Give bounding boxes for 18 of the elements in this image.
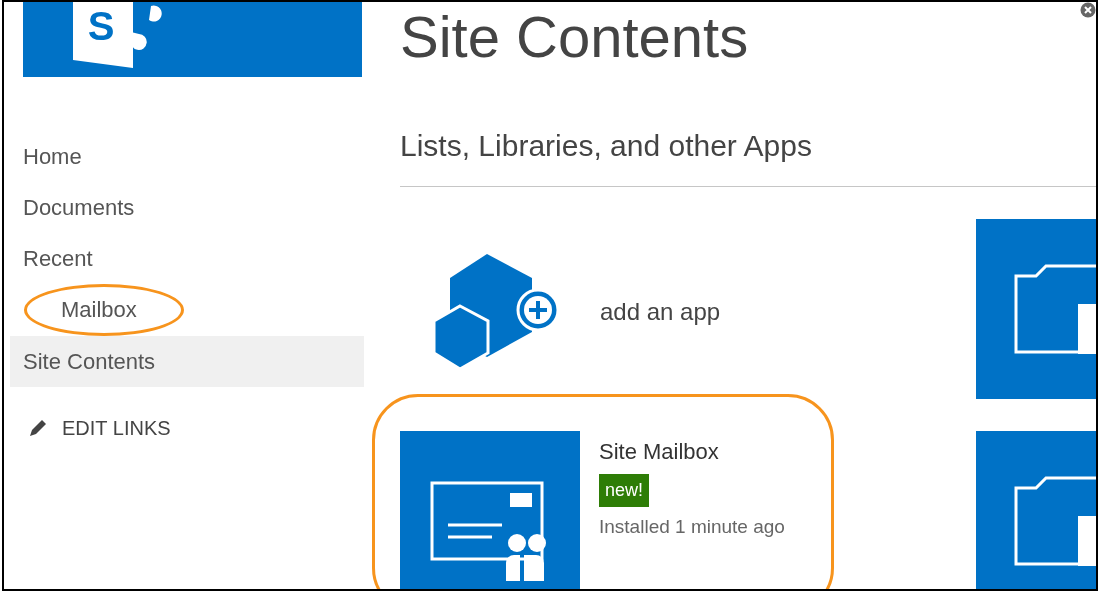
nav-link[interactable]: Documents [4,182,364,233]
app-name-link[interactable]: Site Mailbox [599,435,785,468]
install-status: Installed 1 minute ago [599,515,785,539]
edit-links-link[interactable]: EDIT LINKS [28,413,171,443]
nav-link[interactable]: Site Contents [10,336,364,387]
close-icon[interactable] [1080,2,1096,18]
section-title: Lists, Libraries, and other Apps [400,128,813,164]
app-tile[interactable] [400,431,580,589]
nav-link[interactable]: Home [4,131,364,182]
nav-link[interactable]: Recent [4,233,364,284]
add-app-link[interactable]: add an app [400,254,976,369]
folder-icon [1014,264,1096,354]
folder-icon [1014,476,1096,566]
app-tile[interactable] [976,219,1096,399]
page-title: Site Contents [400,8,749,66]
new-badge: new! [599,474,650,507]
pencil-icon [28,418,48,438]
app-tile[interactable] [976,431,1096,589]
